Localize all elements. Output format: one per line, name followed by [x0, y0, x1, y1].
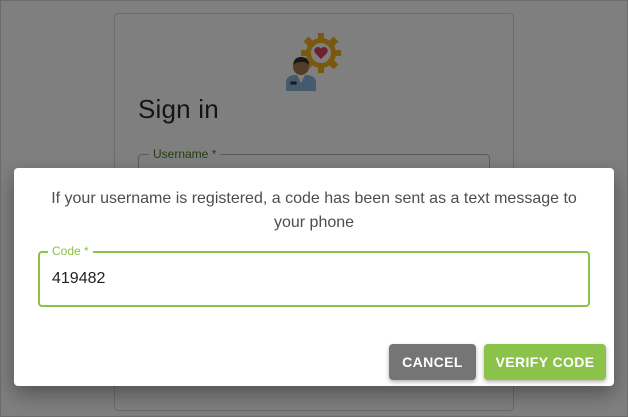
cancel-button[interactable]: CANCEL [389, 344, 476, 380]
code-field[interactable]: Code * [38, 244, 590, 307]
verify-code-dialog: If your username is registered, a code h… [14, 168, 614, 386]
app-viewport: Sign in Username * admin If your usernam… [0, 0, 628, 417]
code-label: Code * [48, 244, 93, 258]
code-input[interactable] [52, 267, 572, 291]
dialog-message: If your username is registered, a code h… [51, 190, 577, 231]
verify-code-button[interactable]: VERIFY CODE [484, 344, 606, 380]
